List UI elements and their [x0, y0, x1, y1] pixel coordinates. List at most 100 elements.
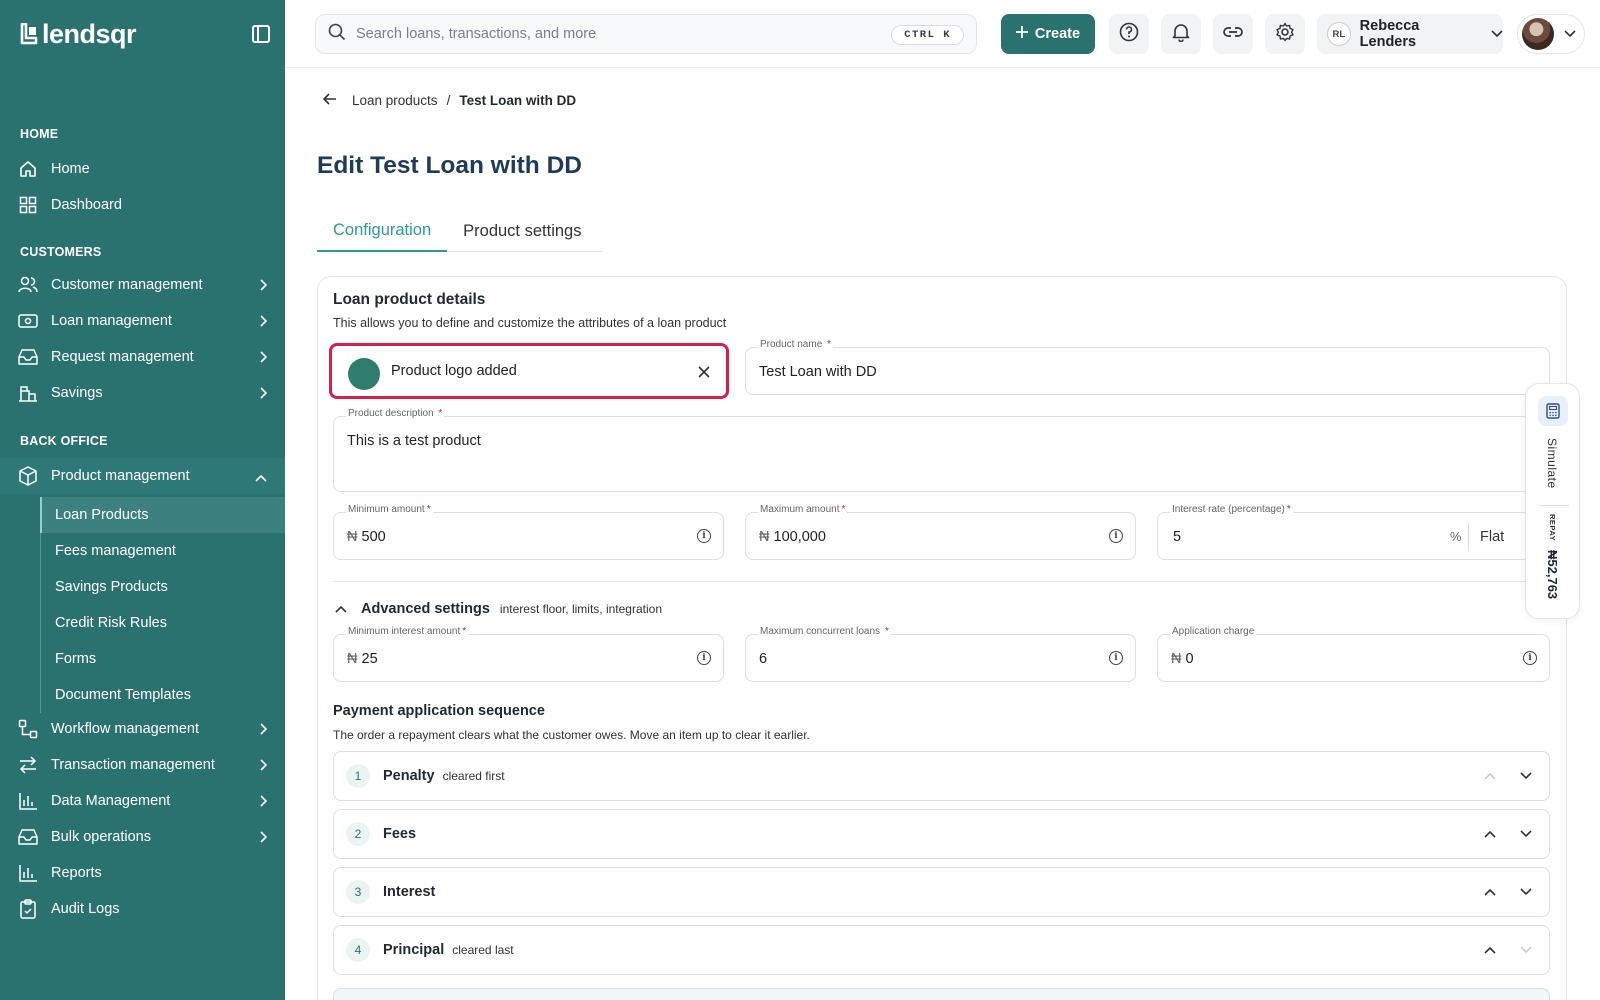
- simulate-panel[interactable]: Simulate REPAY ₦52,763: [1525, 383, 1580, 619]
- sequence-row-interest: 3 Interest: [333, 867, 1550, 917]
- clipboard-icon: [18, 899, 38, 919]
- move-down-icon[interactable]: [1517, 767, 1535, 785]
- sequence-note: cleared first: [442, 769, 505, 783]
- advanced-settings-toggle[interactable]: Advanced settings interest floor, limits…: [335, 600, 662, 618]
- maximum-concurrent-loans-field[interactable]: Maximum concurrent loans * 6 i: [745, 626, 1136, 682]
- sidebar-item-reports[interactable]: Reports: [0, 855, 285, 891]
- link-button[interactable]: [1213, 14, 1253, 54]
- move-down-icon[interactable]: [1517, 825, 1535, 843]
- sidebar-item-label: Home: [51, 161, 90, 177]
- sidebar-subitem-document-templates[interactable]: Document Templates: [40, 677, 285, 713]
- remove-logo-icon[interactable]: [698, 362, 710, 383]
- chevron-right-icon: [259, 279, 268, 295]
- interest-rate-value: 5: [1173, 529, 1182, 545]
- sidebar-item-label: Bulk operations: [51, 829, 151, 845]
- keyboard-shortcut-badge: CTRL K: [891, 25, 964, 45]
- sidebar-item-label: Reports: [51, 865, 102, 881]
- sidebar-item-label: Loan management: [51, 313, 172, 329]
- profile-menu-button[interactable]: [1517, 14, 1585, 54]
- application-charge-field[interactable]: Application charge ₦ 0 i: [1157, 626, 1550, 682]
- maximum-concurrent-loans-label: Maximum concurrent loans *: [758, 626, 891, 637]
- sidebar-subitem-loan-products[interactable]: Loan Products: [40, 497, 285, 533]
- sidebar-item-product-management[interactable]: Product management: [0, 458, 285, 494]
- lendsqr-logo-icon: [20, 23, 38, 45]
- sidebar-item-bulk-operations[interactable]: Bulk operations: [0, 819, 285, 855]
- link-icon: [1222, 25, 1244, 44]
- sidebar-item-workflow-management[interactable]: Workflow management: [0, 711, 285, 747]
- product-logo-field[interactable]: Product logo added: [329, 343, 729, 399]
- sidebar-item-label: Data Management: [51, 793, 171, 809]
- search-box[interactable]: CTRL K: [315, 14, 977, 54]
- sidebar-item-savings[interactable]: Savings: [0, 375, 285, 411]
- sidebar-item-label: Customer management: [51, 277, 203, 293]
- search-input[interactable]: [356, 26, 856, 42]
- move-up-icon: [1481, 767, 1499, 785]
- tab-configuration[interactable]: Configuration: [317, 210, 448, 252]
- move-down-icon[interactable]: [1517, 883, 1535, 901]
- brand-logo[interactable]: lendsqr: [20, 19, 137, 50]
- minimum-interest-amount-field[interactable]: Minimum interest amount * ₦ 25 i: [333, 626, 724, 682]
- collapse-sidebar-icon[interactable]: [252, 25, 270, 43]
- move-up-icon[interactable]: [1481, 825, 1499, 843]
- sidebar-item-loan-management[interactable]: Loan management: [0, 303, 285, 339]
- sidebar-subitem-credit-risk-rules[interactable]: Credit Risk Rules: [40, 605, 285, 641]
- settings-button[interactable]: [1265, 14, 1305, 54]
- product-description-value: This is a test product: [347, 433, 481, 449]
- user-menu-button[interactable]: RL Rebecca Lenders: [1317, 14, 1503, 54]
- sidebar-item-dashboard[interactable]: Dashboard: [0, 187, 285, 223]
- info-icon[interactable]: i: [1109, 529, 1123, 543]
- sidebar-item-transaction-management[interactable]: Transaction management: [0, 747, 285, 783]
- sidebar-item-label: Savings: [51, 385, 103, 401]
- create-button[interactable]: Create: [1001, 14, 1095, 54]
- help-button[interactable]: [1109, 14, 1149, 54]
- tray-icon: [18, 827, 38, 847]
- product-logo-status: Product logo added: [391, 363, 517, 379]
- notifications-button[interactable]: [1161, 14, 1201, 54]
- sidebar-item-customer-management[interactable]: Customer management: [0, 267, 285, 303]
- sidebar-item-label: Request management: [51, 349, 194, 365]
- sidebar-subitem-savings-products[interactable]: Savings Products: [40, 569, 285, 605]
- percent-unit: %: [1450, 529, 1462, 544]
- calculator-icon[interactable]: [1538, 396, 1568, 426]
- sidebar-item-request-management[interactable]: Request management: [0, 339, 285, 375]
- minimum-amount-field[interactable]: Minimum amount * ₦ 500 i: [333, 504, 724, 560]
- sidebar-item-label: Workflow management: [51, 721, 200, 737]
- info-icon[interactable]: i: [697, 529, 711, 543]
- chevron-up-icon: [335, 600, 347, 618]
- chevron-down-icon: [1491, 25, 1503, 43]
- simulate-label: Simulate: [1545, 438, 1559, 489]
- sequence-label: Principal: [383, 942, 445, 958]
- interest-type-select[interactable]: Flat: [1480, 529, 1504, 545]
- breadcrumb-current: Test Loan with DD: [459, 93, 577, 108]
- application-charge-label: Application charge: [1170, 626, 1257, 637]
- payment-sequence-title: Payment application sequence: [333, 703, 545, 719]
- unit-divider: [1468, 523, 1469, 551]
- info-icon[interactable]: i: [1109, 651, 1123, 665]
- move-up-icon[interactable]: [1481, 883, 1499, 901]
- breadcrumb-link-loan-products[interactable]: Loan products: [352, 93, 438, 108]
- sidebar-subitem-forms[interactable]: Forms: [40, 641, 285, 677]
- info-icon[interactable]: i: [697, 651, 711, 665]
- bell-icon: [1171, 22, 1191, 47]
- interest-rate-field[interactable]: Interest rate (percentage) * 5 % Flat: [1157, 504, 1550, 560]
- product-description-field[interactable]: Product description * This is a test pro…: [333, 408, 1550, 492]
- money-icon: [18, 311, 38, 331]
- sidebar-item-data-management[interactable]: Data Management: [0, 783, 285, 819]
- move-up-icon[interactable]: [1481, 941, 1499, 959]
- breadcrumb-separator: /: [446, 93, 451, 108]
- chevron-right-icon: [259, 723, 268, 739]
- sequence-number: 3: [346, 880, 370, 904]
- dashboard-icon: [18, 195, 38, 215]
- maximum-amount-field[interactable]: Maximum amount * ₦ 100,000 i: [745, 504, 1136, 560]
- sidebar-item-home[interactable]: Home: [0, 151, 285, 187]
- sidebar-subitem-fees-management[interactable]: Fees management: [40, 533, 285, 569]
- sequence-number: 2: [346, 822, 370, 846]
- reports-chart-icon: [18, 863, 38, 883]
- tab-product-settings[interactable]: Product settings: [447, 210, 597, 252]
- product-name-field[interactable]: Product name * Test Loan with DD: [745, 339, 1550, 395]
- info-icon[interactable]: i: [1523, 651, 1537, 665]
- sidebar-item-audit-logs[interactable]: Audit Logs: [0, 891, 285, 927]
- back-arrow-icon[interactable]: [322, 93, 337, 108]
- card-title: Loan product details: [333, 291, 486, 308]
- advanced-settings-title: Advanced settings: [361, 601, 490, 617]
